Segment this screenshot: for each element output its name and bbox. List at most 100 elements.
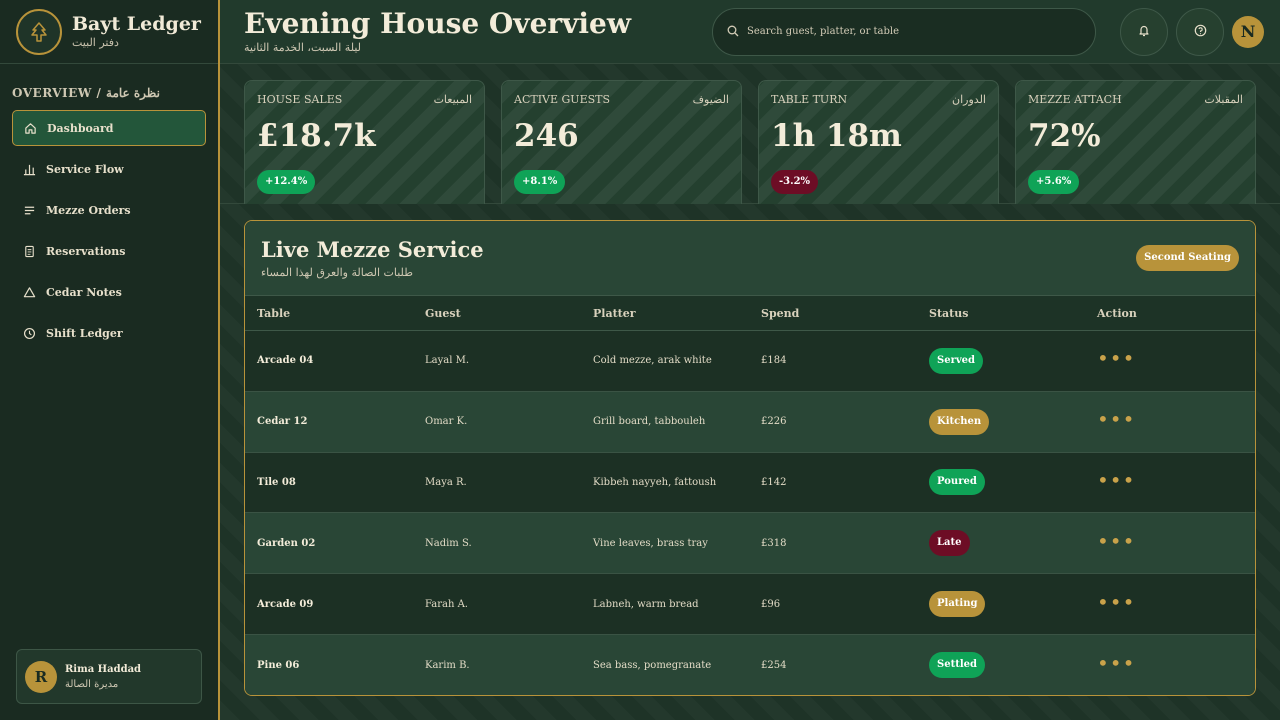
clipboard-icon (22, 244, 36, 258)
search-icon (727, 22, 739, 41)
stat-label-arabic: المقبلات (1204, 93, 1243, 106)
stat-value: 1h 18m (771, 118, 902, 154)
search-bar (712, 7, 1096, 56)
cedar-tree-icon (16, 8, 62, 55)
main-content: Evening House Overview ليلة السبت، الخدم… (220, 0, 1280, 720)
stat-delta-badge: +8.1% (514, 170, 566, 194)
more-actions-icon[interactable]: ••• (1097, 468, 1135, 492)
status-badge: Settled (929, 652, 985, 679)
triangle-icon (22, 285, 36, 299)
stat-label-arabic: المبيعات (433, 93, 472, 106)
notifications-button[interactable] (1120, 7, 1168, 56)
sidebar-item-label: Mezze Orders (46, 203, 131, 217)
column-header-guest[interactable]: Guest (413, 307, 581, 320)
stat-delta-badge: -3.2% (771, 170, 819, 194)
cell-guest: Maya R. (425, 476, 467, 488)
cell-spend: £318 (761, 537, 787, 549)
bar-chart-icon (22, 162, 36, 176)
table-row[interactable]: Tile 08 Maya R. Kibbeh nayyeh, fattoush … (245, 452, 1255, 514)
stat-card-house-sales: HOUSE SALES المبيعات £18.7k +12.4% (244, 80, 485, 204)
cell-table: Arcade 09 (257, 598, 314, 610)
stat-label-arabic: الضيوف (692, 93, 729, 106)
stat-card-active-guests: ACTIVE GUESTS الضيوف 246 +8.1% (501, 80, 742, 204)
help-button[interactable] (1176, 7, 1224, 56)
stat-value: 246 (514, 118, 579, 154)
page-subtitle: ليلة السبت، الخدمة الثانية (244, 41, 362, 54)
cell-guest: Nadim S. (425, 537, 472, 549)
status-badge: Late (929, 530, 970, 557)
cell-spend: £184 (761, 355, 787, 367)
brand: Bayt Ledger دفتر البيت (0, 0, 218, 64)
table-row[interactable]: Pine 06 Karim B. Sea bass, pomegranate £… (245, 634, 1255, 695)
help-icon (1194, 22, 1207, 41)
more-actions-icon[interactable]: ••• (1097, 346, 1135, 370)
panel-title: Live Mezze Service (261, 237, 484, 262)
stat-label: MEZZE ATTACH (1028, 93, 1122, 106)
stat-label-arabic: الدوران (952, 93, 986, 106)
sidebar-item-label: Shift Ledger (46, 326, 123, 340)
stat-value: 72% (1028, 118, 1101, 154)
sidebar-item-shift-ledger[interactable]: Shift Ledger (12, 315, 206, 351)
cell-table: Tile 08 (257, 476, 296, 488)
column-header-action: Action (1097, 306, 1137, 320)
more-actions-icon[interactable]: ••• (1097, 590, 1135, 614)
user-role: مديرة الصالة (65, 678, 119, 690)
stat-label: ACTIVE GUESTS (514, 93, 611, 106)
clock-icon (22, 326, 36, 340)
sidebar-item-mezze-orders[interactable]: Mezze Orders (12, 192, 206, 228)
status-badge: Poured (929, 469, 985, 496)
brand-name: Bayt Ledger (72, 13, 201, 35)
table-header: Table Guest Platter Spend Status Action (245, 296, 1255, 331)
column-header-spend[interactable]: Spend (749, 307, 917, 320)
header: Evening House Overview ليلة السبت، الخدم… (220, 0, 1280, 64)
bell-icon (1138, 22, 1150, 41)
stat-card-table-turn: TABLE TURN الدوران 1h 18m -3.2% (758, 80, 999, 204)
cell-guest: Omar K. (425, 416, 468, 428)
cell-platter: Cold mezze, arak white (593, 355, 712, 367)
page-title: Evening House Overview (244, 7, 631, 40)
cell-guest: Layal M. (425, 355, 470, 367)
cell-platter: Sea bass, pomegranate (593, 659, 712, 671)
user-card[interactable]: R Rima Haddad مديرة الصالة (16, 649, 202, 704)
status-badge: Kitchen (929, 408, 990, 435)
cell-spend: £226 (761, 416, 787, 428)
cell-spend: £142 (761, 476, 787, 488)
cell-table: Arcade 04 (257, 355, 314, 367)
cell-guest: Farah A. (425, 598, 468, 610)
table-row[interactable]: Arcade 09 Farah A. Labneh, warm bread £9… (245, 574, 1255, 635)
sidebar-item-reservations[interactable]: Reservations (12, 233, 206, 269)
cell-platter: Grill board, tabbouleh (593, 416, 706, 428)
cell-platter: Kibbeh nayyeh, fattoush (593, 476, 717, 488)
avatar: R (25, 660, 57, 693)
column-header-table[interactable]: Table (245, 307, 413, 320)
cell-spend: £254 (761, 659, 787, 671)
sidebar-item-service-flow[interactable]: Service Flow (12, 151, 206, 187)
column-header-status[interactable]: Status (917, 307, 1085, 320)
search-input[interactable] (747, 26, 1067, 37)
seating-badge: Second Seating (1136, 245, 1239, 271)
sidebar-item-label: Dashboard (47, 121, 114, 135)
more-actions-icon[interactable]: ••• (1097, 651, 1135, 675)
stat-value: £18.7k (257, 118, 376, 154)
status-badge: Plating (929, 591, 986, 618)
sidebar-item-label: Service Flow (46, 162, 124, 176)
stats-row: HOUSE SALES المبيعات £18.7k +12.4% ACTIV… (220, 64, 1280, 204)
cell-table: Garden 02 (257, 537, 316, 549)
column-header-platter[interactable]: Platter (581, 307, 749, 320)
sidebar: Bayt Ledger دفتر البيت OVERVIEW / نظرة ع… (0, 0, 220, 720)
cell-spend: £96 (761, 598, 781, 610)
sidebar-item-cedar-notes[interactable]: Cedar Notes (12, 274, 206, 310)
table-row[interactable]: Arcade 04 Layal M. Cold mezze, arak whit… (245, 331, 1255, 392)
user-avatar-button[interactable]: N (1232, 15, 1264, 48)
sidebar-item-dashboard[interactable]: Dashboard (12, 110, 206, 146)
panel-subtitle: طلبات الصالة والعرق لهذا المساء (261, 266, 413, 279)
table-row[interactable]: Cedar 12 Omar K. Grill board, tabbouleh … (245, 391, 1255, 453)
stat-delta-badge: +5.6% (1028, 170, 1080, 194)
more-actions-icon[interactable]: ••• (1097, 529, 1135, 553)
status-badge: Served (929, 347, 984, 374)
more-actions-icon[interactable]: ••• (1097, 407, 1135, 431)
home-icon (23, 121, 37, 135)
live-service-panel: Live Mezze Service طلبات الصالة والعرق ل… (244, 220, 1256, 696)
table-row[interactable]: Garden 02 Nadim S. Vine leaves, brass tr… (245, 513, 1255, 575)
stat-label: HOUSE SALES (257, 93, 343, 106)
